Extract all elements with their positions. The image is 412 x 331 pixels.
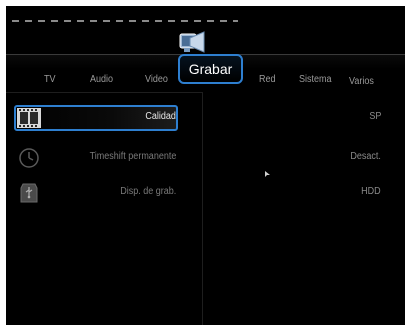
setting-value-disp-grab: HDD	[361, 186, 381, 197]
record-icon	[179, 31, 205, 53]
tab-red[interactable]: Red	[259, 74, 276, 85]
setting-label-calidad: Calidad	[145, 111, 176, 122]
setting-row-timeshift[interactable]: Timeshift permanente Desact.	[6, 145, 405, 171]
film-icon	[17, 108, 41, 128]
usb-drive-icon	[20, 183, 38, 203]
tab-video[interactable]: Video	[145, 74, 168, 85]
tab-varios[interactable]: Varios	[349, 76, 374, 87]
setting-value-timeshift: Desact.	[350, 151, 381, 162]
setting-value-calidad: SP	[368, 111, 381, 122]
setting-label-timeshift: Timeshift permanente	[89, 151, 176, 162]
mouse-pointer-icon	[265, 171, 270, 177]
tab-sistema[interactable]: Sistema	[299, 74, 332, 85]
setting-row-disp-grab[interactable]: Disp. de grab. HDD	[6, 180, 405, 206]
top-dashed-line	[12, 20, 238, 22]
tab-tv[interactable]: TV	[44, 74, 56, 85]
screen: TV Audio Video Red Sistema Varios Grabar	[6, 6, 405, 325]
tab-grabar[interactable]: Grabar	[178, 54, 243, 84]
tab-grabar-label: Grabar	[188, 61, 233, 77]
tab-audio[interactable]: Audio	[90, 74, 113, 85]
setting-label-disp-grab: Disp. de grab.	[119, 186, 176, 197]
setting-row-calidad[interactable]: Calidad SP	[6, 105, 405, 131]
clock-icon	[19, 148, 39, 168]
